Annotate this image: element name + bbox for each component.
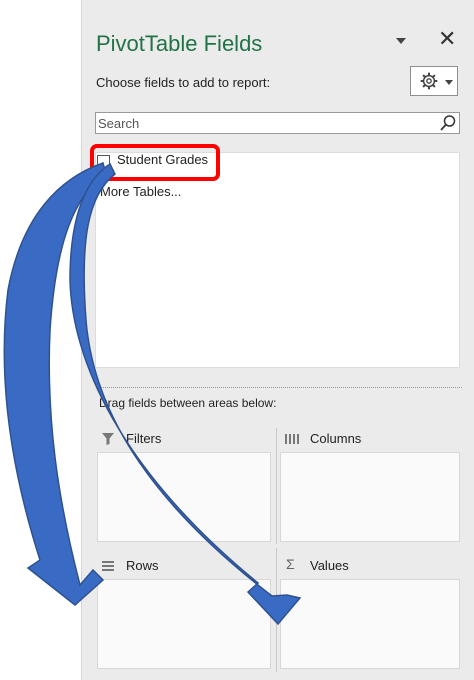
chevron-down-icon[interactable] bbox=[394, 34, 408, 48]
values-label: Values bbox=[310, 558, 349, 573]
area-separator bbox=[276, 548, 277, 672]
more-tables-link[interactable]: More Tables... bbox=[100, 184, 181, 199]
sigma-icon: Σ bbox=[286, 556, 295, 572]
columns-label: Columns bbox=[310, 431, 362, 446]
filters-drop-zone[interactable] bbox=[97, 452, 271, 542]
filters-label: Filters bbox=[126, 431, 162, 446]
values-area-header: Σ Values bbox=[284, 556, 444, 577]
values-drop-zone[interactable] bbox=[280, 579, 460, 669]
areas-divider bbox=[98, 387, 462, 388]
close-icon[interactable]: ✕ bbox=[438, 28, 456, 50]
rows-icon bbox=[102, 561, 114, 571]
filter-icon bbox=[102, 433, 114, 445]
rows-drop-zone[interactable] bbox=[97, 579, 271, 669]
search-box[interactable] bbox=[95, 112, 460, 134]
columns-icon bbox=[285, 434, 299, 444]
columns-drop-zone[interactable] bbox=[280, 452, 460, 542]
chevron-down-icon bbox=[445, 80, 453, 85]
settings-button[interactable] bbox=[410, 66, 458, 96]
rows-label: Rows bbox=[126, 558, 159, 573]
gear-icon bbox=[420, 72, 438, 90]
pane-title: PivotTable Fields bbox=[96, 31, 263, 56]
drag-fields-label: Drag fields between areas below: bbox=[99, 396, 277, 410]
columns-area-header: Columns bbox=[284, 430, 444, 450]
rows-area-header: Rows bbox=[100, 557, 260, 577]
area-separator bbox=[276, 428, 277, 544]
search-input[interactable] bbox=[98, 114, 428, 132]
filters-area-header: Filters bbox=[100, 430, 260, 450]
student-grades-highlight bbox=[90, 144, 220, 181]
choose-fields-label: Choose fields to add to report: bbox=[96, 75, 271, 90]
search-icon[interactable] bbox=[439, 114, 457, 132]
